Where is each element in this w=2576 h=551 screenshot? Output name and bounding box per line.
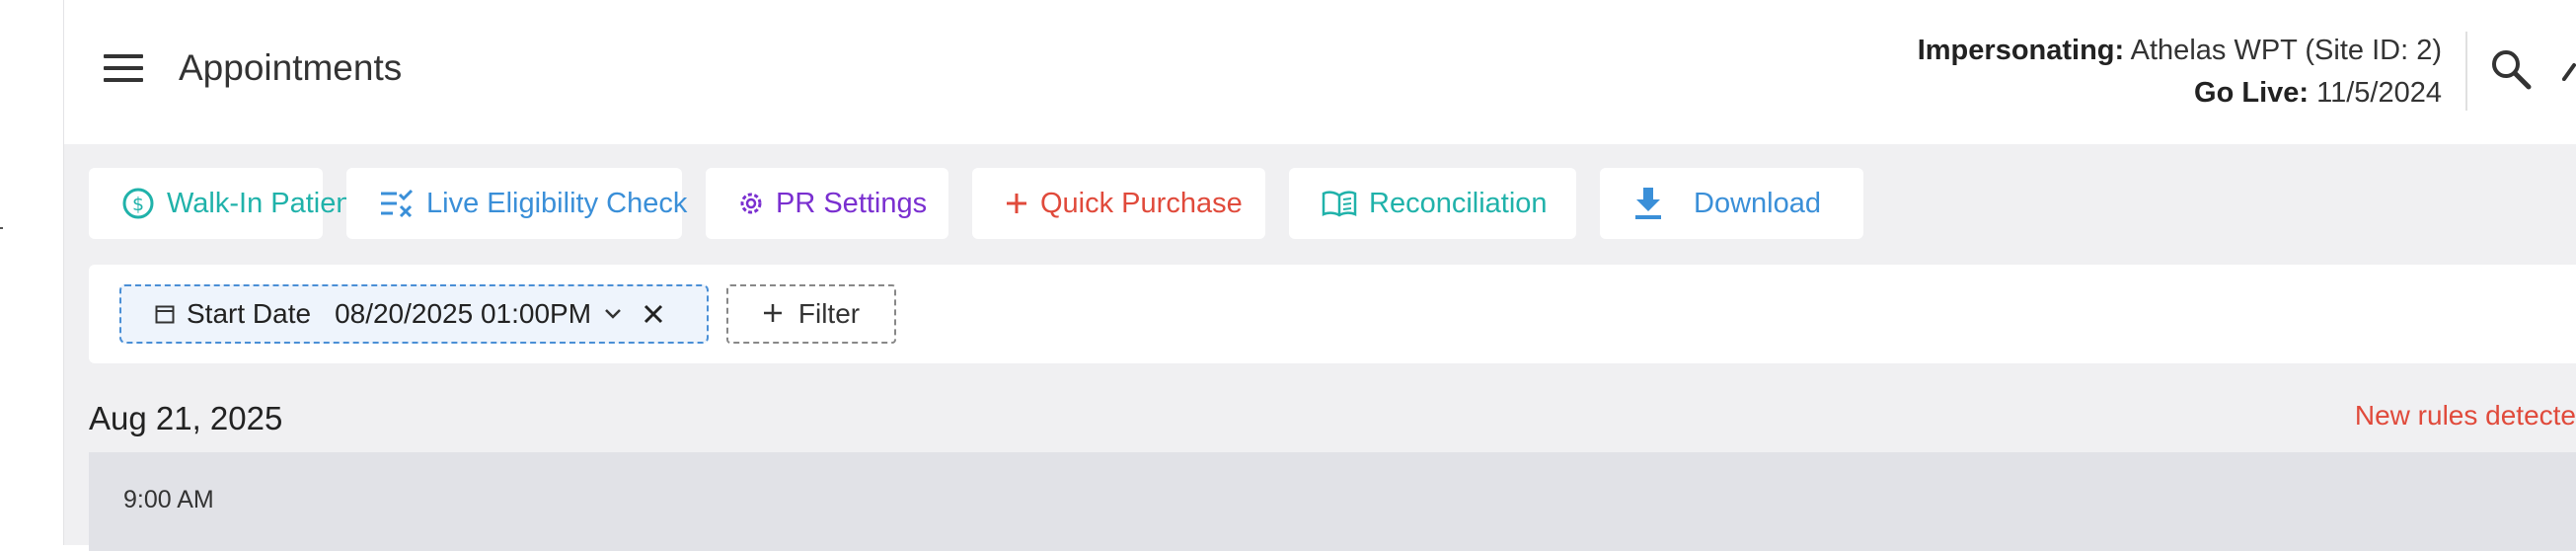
- schedule-date-heading: Aug 21, 2025: [89, 400, 283, 436]
- svg-text:$: $: [132, 194, 144, 215]
- start-date-filter-chip[interactable]: Start Date 08/20/2025 01:00PM: [119, 284, 709, 344]
- checklist-icon: [379, 189, 415, 218]
- edit-icon[interactable]: [2562, 57, 2576, 81]
- reconciliation-button[interactable]: Reconciliation: [1289, 168, 1576, 239]
- gear-icon: [738, 191, 764, 216]
- open-book-icon: [1322, 190, 1357, 217]
- close-icon[interactable]: [643, 303, 664, 325]
- plus-icon: [763, 298, 783, 330]
- pr-settings-button[interactable]: PR Settings: [706, 168, 948, 239]
- filter-bar: Start Date 08/20/2025 01:00PM Filter: [89, 265, 2576, 363]
- hamburger-menu-icon[interactable]: [104, 54, 143, 84]
- download-label: Download: [1694, 187, 1821, 219]
- walk-in-patient-button[interactable]: $ Walk-In Patient: [89, 168, 360, 239]
- live-eligibility-check-button[interactable]: Live Eligibility Check: [346, 168, 687, 239]
- reconciliation-label: Reconciliation: [1369, 187, 1548, 219]
- sidebar-marker: [0, 227, 3, 229]
- live-eligibility-check-label: Live Eligibility Check: [426, 187, 688, 219]
- quick-purchase-label: Quick Purchase: [1040, 187, 1243, 219]
- quick-purchase-button[interactable]: Quick Purchase: [972, 168, 1265, 239]
- time-slot-label: 9:00 AM: [123, 486, 214, 513]
- add-filter-label: Filter: [797, 298, 861, 329]
- plus-icon: [1005, 192, 1028, 215]
- pr-settings-label: PR Settings: [776, 187, 928, 219]
- download-button[interactable]: Download: [1600, 168, 1863, 239]
- golive-value: 11/5/2024: [2316, 77, 2442, 109]
- start-date-value: 08/20/2025 01:00PM: [335, 298, 592, 329]
- page-title: Appointments: [179, 47, 403, 88]
- start-date-label: Start Date: [187, 298, 312, 329]
- impersonating-value: Athelas WPT (Site ID: 2): [2130, 35, 2442, 66]
- add-filter-button[interactable]: Filter: [726, 284, 896, 344]
- left-sidebar: [0, 0, 64, 545]
- app-header: Appointments Impersonating: Athelas WPT …: [64, 0, 2576, 144]
- search-icon[interactable]: [2489, 47, 2533, 91]
- impersonation-info: Impersonating: Athelas WPT (Site ID: 2) …: [1918, 30, 2442, 115]
- dollar-circle-icon: $: [121, 187, 155, 220]
- impersonating-label: Impersonating:: [1917, 35, 2125, 66]
- chevron-down-icon[interactable]: [603, 307, 623, 321]
- calendar-icon: [155, 304, 175, 324]
- main-content: $ Walk-In Patient Live Eligibility Check…: [64, 144, 2576, 551]
- new-rules-notice[interactable]: New rules detecte: [2355, 400, 2576, 432]
- golive-label: Go Live:: [2194, 77, 2310, 109]
- walk-in-patient-label: Walk-In Patient: [167, 187, 360, 219]
- action-toolbar: $ Walk-In Patient Live Eligibility Check…: [89, 168, 1863, 239]
- header-divider: [2465, 32, 2467, 111]
- time-slot-row: 9:00 AM: [89, 452, 2576, 551]
- download-icon: [1632, 186, 1664, 221]
